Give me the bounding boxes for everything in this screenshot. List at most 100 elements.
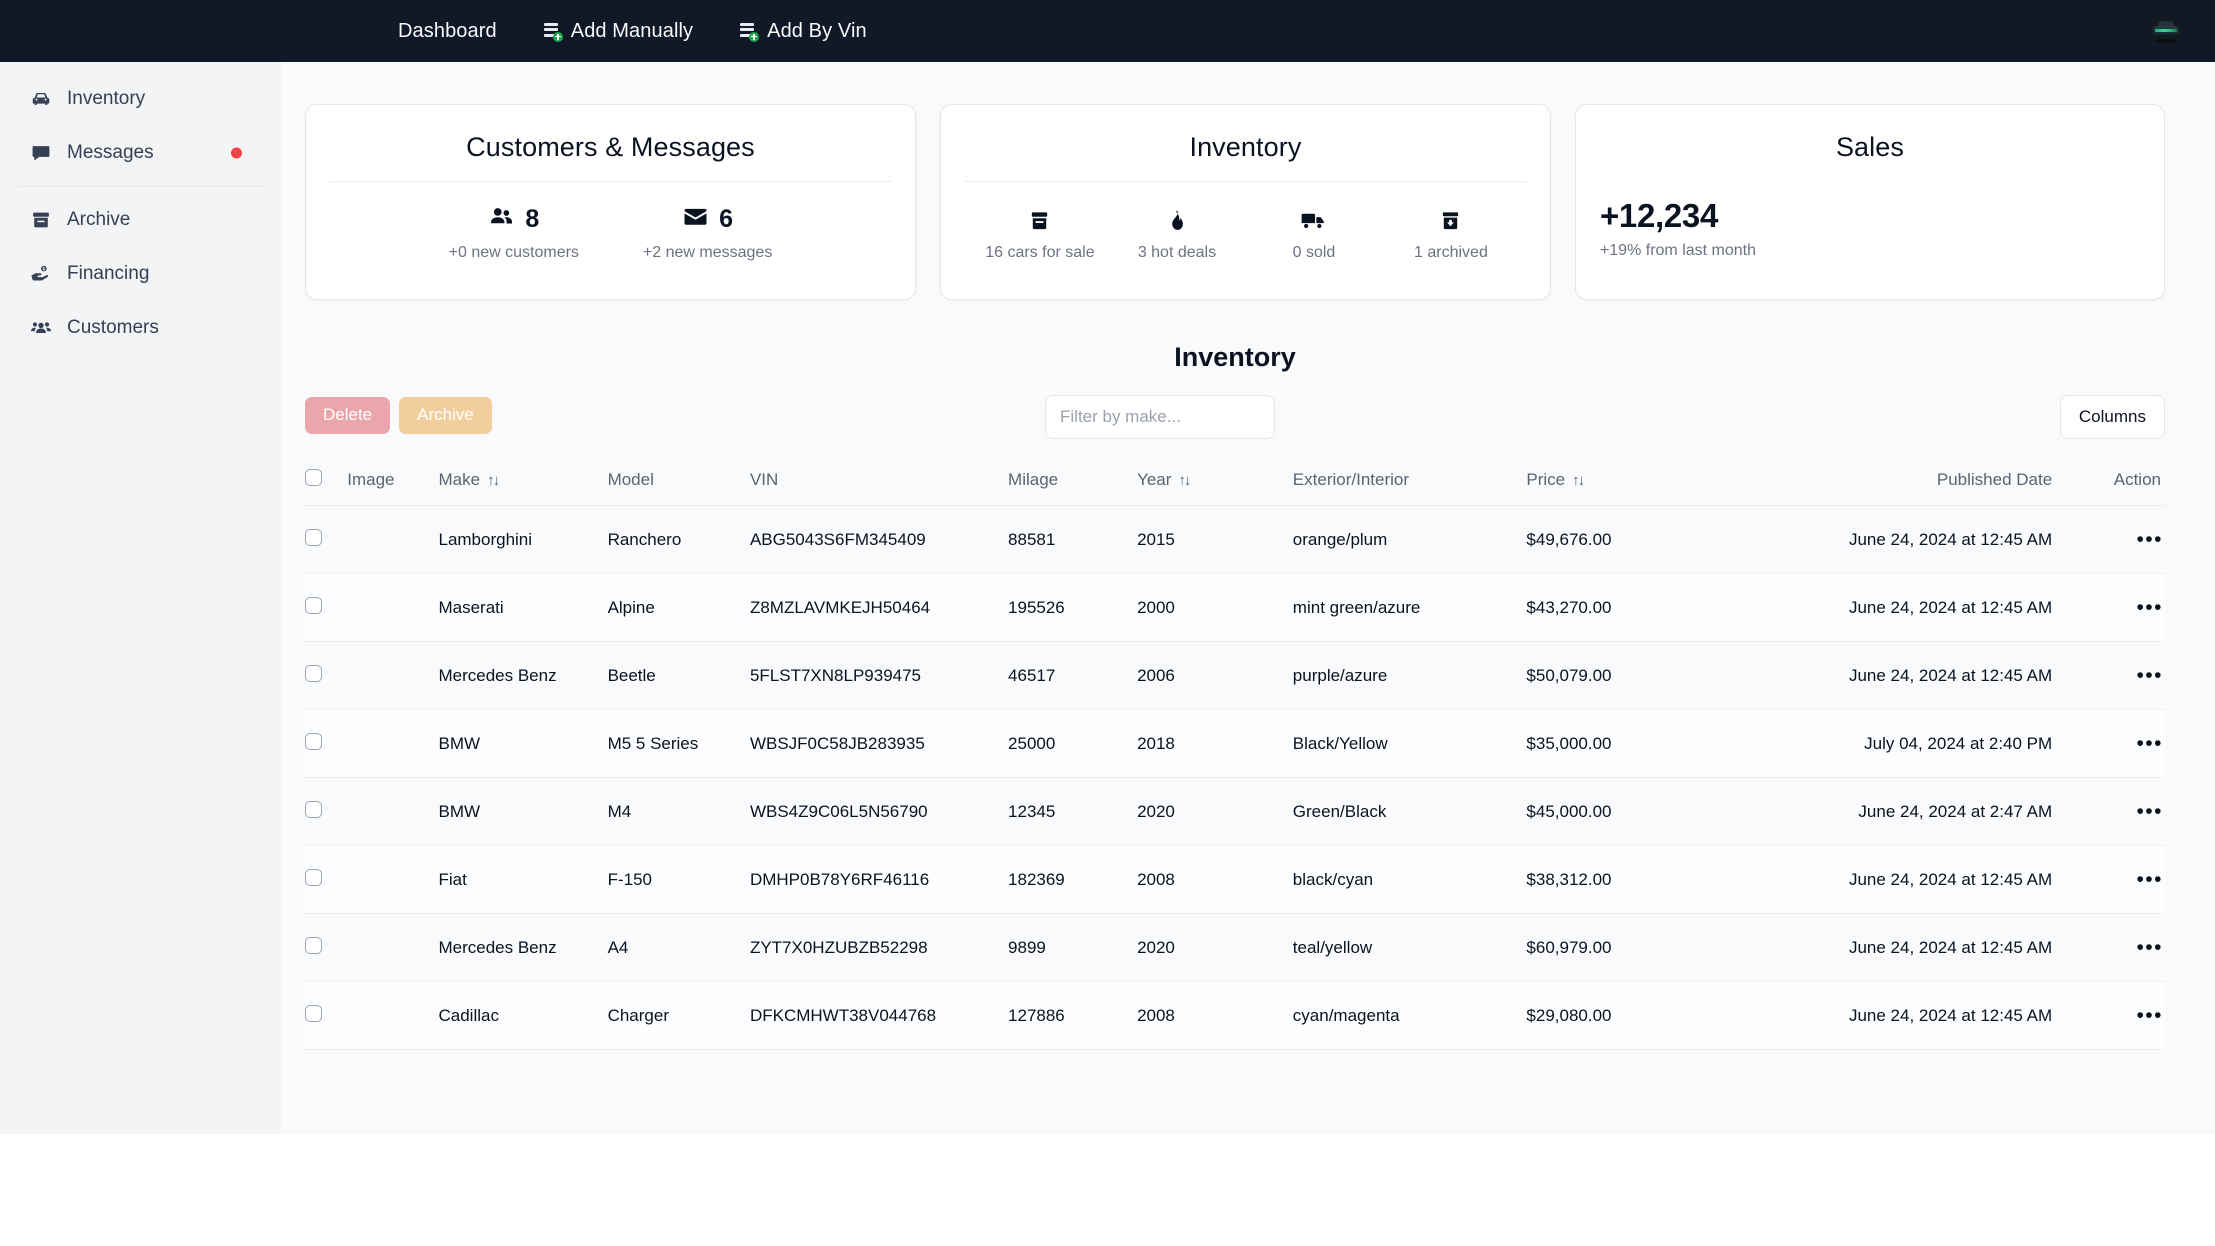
cell-model: Charger bbox=[607, 981, 750, 1050]
cell-published-date: June 24, 2024 at 12:45 AM bbox=[1822, 505, 2079, 574]
th-make[interactable]: Make ↑↓ bbox=[438, 459, 608, 506]
th-model: Model bbox=[607, 459, 750, 506]
people-icon bbox=[30, 317, 55, 339]
cell-make: Cadillac bbox=[438, 981, 608, 1050]
row-actions-menu-icon[interactable]: ••• bbox=[2136, 528, 2163, 551]
cell-model: Ranchero bbox=[607, 505, 750, 574]
table-row[interactable]: Maserati Alpine Z8MZLAVMKEJH50464 195526 200… bbox=[305, 573, 2165, 642]
stat-archived: 1 archived bbox=[1382, 206, 1519, 262]
table-row[interactable]: Cadillac Charger DFKCMHWT38V044768 127886 20… bbox=[305, 981, 2165, 1050]
database-plus-icon bbox=[739, 22, 760, 42]
sidebar-item-archive[interactable]: Archive bbox=[0, 193, 281, 247]
archive-button[interactable]: Archive bbox=[399, 396, 492, 434]
table-body: Lamborghini Ranchero ABG5043S6FM345409 8858… bbox=[305, 505, 2165, 1050]
row-actions-menu-icon[interactable]: ••• bbox=[2136, 800, 2163, 823]
cell-exterior-interior: cyan/magenta bbox=[1292, 981, 1527, 1050]
row-checkbox[interactable] bbox=[305, 596, 322, 614]
inventory-card: Inventory 16 cars for sale 3 hot deals 0… bbox=[939, 104, 1551, 300]
cell-price: $38,312.00 bbox=[1526, 845, 1823, 914]
card-divider bbox=[964, 181, 1526, 182]
sidebar-label-inventory: Inventory bbox=[67, 88, 146, 109]
cell-exterior-interior: teal/yellow bbox=[1292, 913, 1527, 982]
nav-link-add-manually[interactable]: Add Manually bbox=[543, 20, 693, 43]
row-actions-menu-icon[interactable]: ••• bbox=[2136, 1004, 2163, 1027]
cell-action: ••• bbox=[2078, 913, 2165, 982]
nav-label-add-by-vin: Add By Vin bbox=[767, 19, 867, 42]
th-year-label: Year bbox=[1137, 470, 1172, 489]
sidebar-item-customers[interactable]: Customers bbox=[0, 301, 281, 355]
cell-exterior-interior: orange/plum bbox=[1292, 505, 1527, 574]
row-checkbox[interactable] bbox=[305, 800, 322, 818]
nav-label-add-manually: Add Manually bbox=[570, 19, 694, 42]
row-actions-menu-icon[interactable]: ••• bbox=[2136, 664, 2163, 687]
row-actions-menu-icon[interactable]: ••• bbox=[2136, 936, 2163, 959]
th-vin: VIN bbox=[749, 459, 1009, 506]
nav-label-dashboard: Dashboard bbox=[398, 19, 497, 42]
row-select-cell bbox=[305, 573, 348, 642]
th-price[interactable]: Price ↑↓ bbox=[1526, 459, 1823, 506]
delete-button[interactable]: Delete bbox=[305, 396, 391, 434]
cell-published-date: June 24, 2024 at 12:45 AM bbox=[1822, 573, 2079, 642]
archived-label: 1 archived bbox=[1414, 244, 1488, 261]
row-actions-menu-icon[interactable]: ••• bbox=[2136, 868, 2163, 891]
cell-price: $50,079.00 bbox=[1526, 641, 1823, 710]
cell-make: Fiat bbox=[438, 845, 608, 914]
th-year[interactable]: Year ↑↓ bbox=[1137, 459, 1293, 506]
table-row[interactable]: Lamborghini Ranchero ABG5043S6FM345409 8858… bbox=[305, 505, 2165, 574]
table-row[interactable]: BMW M4 WBS4Z9C06L5N56790 12345 2020 Green/Bla… bbox=[305, 777, 2165, 846]
cell-year: 2008 bbox=[1137, 845, 1293, 914]
customers-sub: +0 new customers bbox=[448, 244, 579, 261]
th-make-label: Make bbox=[438, 470, 481, 489]
sidebar-label-messages: Messages bbox=[67, 142, 154, 163]
row-actions-menu-icon[interactable]: ••• bbox=[2136, 596, 2163, 619]
row-image-cell bbox=[347, 505, 439, 574]
cell-price: $43,270.00 bbox=[1526, 573, 1823, 642]
cell-milage: 25000 bbox=[1008, 709, 1138, 778]
cell-year: 2006 bbox=[1137, 641, 1293, 710]
row-checkbox[interactable] bbox=[305, 528, 322, 546]
cell-exterior-interior: purple/azure bbox=[1292, 641, 1527, 710]
stat-cars-for-sale: 16 cars for sale bbox=[971, 206, 1108, 262]
filter-make-input[interactable] bbox=[1045, 395, 1275, 439]
main-content: Customers & Messages 8 +0 new customers bbox=[281, 62, 2215, 1134]
cell-action: ••• bbox=[2078, 981, 2165, 1050]
row-image-cell bbox=[347, 777, 439, 846]
nav-link-add-by-vin[interactable]: Add By Vin bbox=[739, 20, 867, 43]
row-checkbox[interactable] bbox=[305, 732, 322, 750]
row-checkbox[interactable] bbox=[305, 936, 322, 954]
nav-link-dashboard[interactable]: Dashboard bbox=[398, 20, 497, 43]
sidebar-item-inventory[interactable]: Inventory bbox=[0, 72, 281, 126]
row-select-cell bbox=[305, 641, 348, 710]
sold-label: 0 sold bbox=[1292, 244, 1336, 261]
chat-bubble-icon bbox=[30, 142, 55, 164]
columns-button[interactable]: Columns bbox=[2059, 395, 2165, 439]
row-image-cell bbox=[347, 845, 439, 914]
table-row[interactable]: Mercedes Benz Beetle 5FLST7XN8LP939475 4651… bbox=[305, 641, 2165, 710]
sort-icon: ↑↓ bbox=[1572, 471, 1585, 489]
row-actions-menu-icon[interactable]: ••• bbox=[2136, 732, 2163, 755]
dashboard-page: Dashboard Add Manually Add By Vin Invent… bbox=[0, 0, 2215, 1246]
avatar[interactable] bbox=[2150, 15, 2182, 47]
table-row[interactable]: BMW M5 5 Series WBSJF0C58JB283935 25000 2018… bbox=[305, 709, 2165, 778]
sales-card-title: Sales bbox=[1835, 132, 1904, 162]
customers-count: 8 bbox=[525, 204, 540, 233]
sales-change: +19% from last month bbox=[1599, 242, 1757, 259]
row-checkbox[interactable] bbox=[305, 664, 322, 682]
cell-year: 2000 bbox=[1137, 573, 1293, 642]
cell-action: ••• bbox=[2078, 709, 2165, 778]
cell-price: $45,000.00 bbox=[1526, 777, 1823, 846]
row-select-cell bbox=[305, 845, 348, 914]
cell-make: Maserati bbox=[438, 573, 608, 642]
table-row[interactable]: Mercedes Benz A4 ZYT7X0HZUBZB52298 9899 2020… bbox=[305, 913, 2165, 982]
sidebar-item-financing[interactable]: Financing bbox=[0, 247, 281, 301]
cell-price: $49,676.00 bbox=[1526, 505, 1823, 574]
cell-published-date: June 24, 2024 at 2:47 AM bbox=[1822, 777, 2079, 846]
row-checkbox[interactable] bbox=[305, 1004, 322, 1022]
sidebar-item-messages[interactable]: Messages bbox=[0, 126, 281, 180]
table-row[interactable]: Fiat F-150 DMHP0B78Y6RF46116 182369 2008 blac… bbox=[305, 845, 2165, 914]
select-all-checkbox[interactable] bbox=[305, 469, 322, 486]
inventory-card-title: Inventory bbox=[1189, 132, 1302, 162]
cell-make: Lamborghini bbox=[438, 505, 608, 574]
row-checkbox[interactable] bbox=[305, 868, 322, 886]
inventory-card-stats: 16 cars for sale 3 hot deals 0 sold 1 ar… bbox=[941, 206, 1550, 262]
